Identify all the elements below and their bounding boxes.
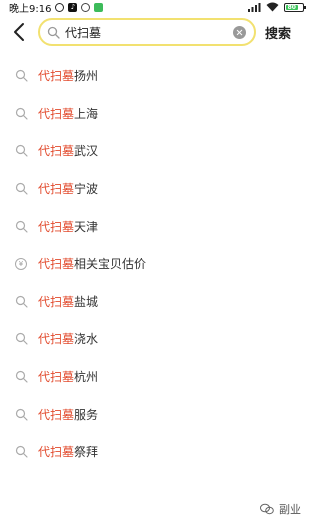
suggestion-list: 代扫墓扬州 代扫墓上海 代扫墓武汉 代扫墓宁波 代扫墓天津 ¥ 代扫墓相关宝贝估价 代扫墓盐城… bbox=[0, 57, 311, 471]
wifi-icon bbox=[266, 2, 279, 12]
suggestion-item[interactable]: 代扫墓扬州 bbox=[0, 57, 311, 95]
suggestion-item[interactable]: 代扫墓祭拜 bbox=[0, 433, 311, 471]
search-icon bbox=[15, 70, 28, 82]
suggestion-keyword: 代扫墓 bbox=[38, 69, 75, 84]
search-icon bbox=[15, 145, 28, 158]
suggestion-keyword: 代扫墓 bbox=[38, 332, 75, 347]
suggestion-text: 代扫墓相关宝贝估价 bbox=[38, 255, 146, 272]
suggestion-text: 代扫墓天津 bbox=[38, 218, 98, 235]
suggestion-rest: 宁波 bbox=[74, 182, 99, 197]
suggestion-rest: 服务 bbox=[74, 407, 99, 422]
suggestion-keyword: 代扫墓 bbox=[38, 106, 75, 121]
suggestion-rest: 盐城 bbox=[74, 294, 99, 309]
watermark-text: 副业 bbox=[279, 503, 301, 516]
suggestion-keyword: 代扫墓 bbox=[38, 257, 75, 272]
search-icon bbox=[47, 26, 60, 39]
alarm-icon bbox=[55, 2, 65, 12]
suggestion-text: 代扫墓服务 bbox=[38, 406, 98, 423]
suggestion-keyword: 代扫墓 bbox=[38, 407, 75, 422]
suggestion-text: 代扫墓浇水 bbox=[38, 330, 98, 347]
suggestion-rest: 上海 bbox=[74, 106, 99, 121]
suggestion-rest: 祭拜 bbox=[74, 445, 99, 460]
search-button[interactable]: 搜索 bbox=[265, 23, 291, 42]
suggestion-text: 代扫墓宁波 bbox=[38, 180, 98, 197]
wechat-icon bbox=[94, 2, 104, 12]
suggestion-rest: 武汉 bbox=[74, 144, 99, 159]
search-icon bbox=[15, 220, 28, 233]
status-bar: 晚上9:16 ♪ 80 bbox=[0, 0, 311, 15]
clear-icon[interactable] bbox=[233, 25, 246, 39]
status-time: 晚上9:16 bbox=[9, 3, 52, 15]
search-icon bbox=[15, 107, 28, 120]
tiktok-icon: ♪ bbox=[68, 2, 78, 12]
search-icon bbox=[15, 182, 28, 195]
suggestion-keyword: 代扫墓 bbox=[38, 144, 75, 159]
suggestion-item[interactable]: 代扫墓浇水 bbox=[0, 320, 311, 358]
suggestion-text: 代扫墓杭州 bbox=[38, 368, 98, 385]
back-button[interactable] bbox=[10, 20, 32, 44]
search-header: 搜索 bbox=[0, 14, 311, 52]
chevron-left-icon bbox=[14, 23, 24, 41]
suggestion-item[interactable]: 代扫墓武汉 bbox=[0, 132, 311, 170]
suggestion-item[interactable]: 代扫墓杭州 bbox=[0, 358, 311, 396]
suggestion-keyword: 代扫墓 bbox=[38, 182, 75, 197]
baby-icon bbox=[81, 2, 91, 12]
search-input[interactable] bbox=[65, 25, 233, 39]
screen: 晚上9:16 ♪ 80 代扫墓 搜索 代扫墓扬州 代扫墓上海 代扫墓武汉 代扫墓… bbox=[0, 0, 311, 525]
price-icon: ¥ bbox=[15, 257, 27, 270]
suggestion-text: 代扫墓祭拜 bbox=[38, 443, 98, 460]
suggestion-rest: 杭州 bbox=[74, 370, 99, 385]
battery-icon: 80 bbox=[284, 2, 306, 12]
suggestion-text: 代扫墓扬州 bbox=[38, 67, 98, 84]
search-icon bbox=[15, 408, 28, 421]
search-icon bbox=[15, 370, 28, 383]
suggestion-item[interactable]: 代扫墓天津 bbox=[0, 207, 311, 245]
suggestion-keyword: 代扫墓 bbox=[38, 370, 75, 385]
suggestion-text: 代扫墓上海 bbox=[38, 105, 98, 122]
suggestion-text: 代扫墓武汉 bbox=[38, 142, 98, 159]
suggestion-item[interactable]: 代扫墓宁波 bbox=[0, 170, 311, 208]
status-left: 晚上9:16 ♪ bbox=[9, 0, 104, 15]
search-icon bbox=[15, 333, 28, 346]
signal-icon bbox=[248, 2, 261, 12]
suggestion-item[interactable]: 代扫墓服务 bbox=[0, 395, 311, 433]
suggestion-rest: 扬州 bbox=[74, 69, 99, 84]
suggestion-keyword: 代扫墓 bbox=[38, 445, 75, 460]
search-icon bbox=[15, 295, 28, 308]
watermark: 副业 bbox=[260, 501, 301, 517]
suggestion-item[interactable]: 代扫墓上海 bbox=[0, 95, 311, 133]
suggestion-rest: 天津 bbox=[74, 219, 99, 234]
wechat-channel-logo bbox=[260, 503, 274, 515]
battery-fill: 80 bbox=[286, 3, 298, 11]
status-right: 80 bbox=[248, 0, 306, 14]
suggestion-keyword: 代扫墓 bbox=[38, 294, 75, 309]
search-box[interactable] bbox=[38, 18, 256, 46]
battery-cap bbox=[304, 5, 306, 9]
suggestion-item[interactable]: 代扫墓盐城 bbox=[0, 283, 311, 321]
suggestion-rest: 浇水 bbox=[74, 332, 99, 347]
suggestion-keyword: 代扫墓 bbox=[38, 219, 75, 234]
suggestion-item[interactable]: ¥ 代扫墓相关宝贝估价 bbox=[0, 245, 311, 283]
suggestion-rest: 相关宝贝估价 bbox=[74, 257, 147, 272]
search-icon bbox=[15, 446, 28, 458]
suggestion-text: 代扫墓盐城 bbox=[38, 293, 98, 310]
